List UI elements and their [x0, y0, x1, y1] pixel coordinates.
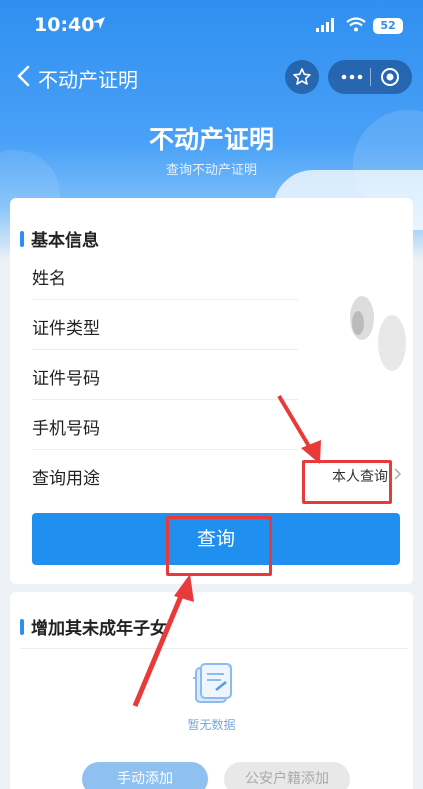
capsule-divider: [370, 68, 371, 86]
star-icon: [293, 68, 311, 85]
close-target-icon[interactable]: [380, 67, 400, 87]
battery-indicator: 52: [373, 18, 403, 34]
favorite-button[interactable]: [285, 60, 319, 94]
signal-icon: [316, 18, 334, 32]
empty-state-text: 暂无数据: [187, 718, 236, 732]
page-subtitle: 查询不动产证明: [165, 163, 257, 178]
chevron-right-icon: [394, 468, 402, 480]
mini-program-capsule: [328, 60, 412, 94]
nav-bar: 不动产证明: [0, 54, 423, 100]
section-accent-bar: [20, 618, 24, 635]
nav-title: 不动产证明: [38, 68, 138, 92]
section-accent-bar: [20, 230, 24, 247]
section-header: 基本信息: [20, 226, 99, 251]
minor-children-card: 增加其未成年子女 暂无数据 手动添加 公安户籍添加: [10, 592, 413, 789]
section-title: 增加其未成年子女: [31, 619, 167, 639]
form-row-id-type[interactable]: 证件类型: [32, 300, 298, 350]
police-records-add-button[interactable]: 公安户籍添加: [224, 762, 350, 789]
status-bar: 10:40 52: [0, 0, 423, 54]
annotation-box-purpose: [302, 460, 392, 504]
ink-wash-decoration: [350, 296, 406, 371]
status-time: 10:40: [34, 14, 95, 36]
back-chevron-icon[interactable]: [14, 64, 36, 88]
form-row-id-number[interactable]: 证件号码: [32, 350, 298, 400]
more-dots-icon[interactable]: [340, 68, 364, 86]
field-label: 证件号码: [32, 369, 100, 389]
section-title: 基本信息: [31, 231, 99, 251]
field-label: 姓名: [32, 269, 66, 289]
annotation-box-query: [166, 516, 272, 576]
location-arrow-icon: [93, 17, 105, 29]
section-header: 增加其未成年子女: [20, 614, 167, 639]
field-label: 查询用途: [32, 469, 100, 489]
wifi-icon: [346, 17, 366, 32]
manual-add-button[interactable]: 手动添加: [82, 762, 208, 789]
page-title: 不动产证明: [148, 125, 274, 154]
divider: [20, 648, 408, 649]
field-label: 手机号码: [32, 419, 100, 439]
form-row-phone[interactable]: 手机号码: [32, 400, 298, 450]
empty-document-icon: [192, 663, 232, 703]
form-row-name[interactable]: 姓名: [32, 250, 298, 300]
field-label: 证件类型: [32, 319, 100, 339]
